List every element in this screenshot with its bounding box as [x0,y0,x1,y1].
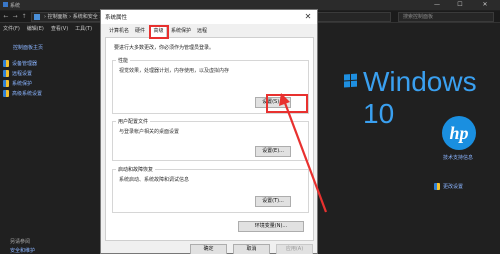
sidebar-item-device-manager[interactable]: 设备管理器 [3,60,37,67]
tab-highlight-box [149,25,169,39]
startup-recovery-title: 启动和故障恢复 [116,166,156,173]
shield-icon [434,183,440,190]
sidebar-item-label: 设备管理器 [12,61,38,67]
tab-system-protection[interactable]: 系统保护 [169,27,193,36]
dialog-titlebar: 系统属性 ✕ [101,10,317,24]
sidebar-item-advanced-settings[interactable]: 高级系统设置 [3,90,42,97]
close-button[interactable]: ✕ [478,0,492,10]
hp-logo: hp [442,116,476,150]
sidebar-item-system-protection[interactable]: 系统保护 [3,80,32,87]
apply-button[interactable]: 应用(A) [276,244,313,254]
settings-highlight-box [266,94,308,113]
change-settings-label: 更改设置 [443,184,464,190]
sidebar-item-label: 远程设置 [12,71,33,77]
windows-brand-text: Windows 10 [363,66,477,129]
dialog-footer: 确定 取消 应用(A) [101,243,317,254]
security-maintenance-link[interactable]: 安全和维护 [10,247,35,254]
dialog-title: 系统属性 [105,15,128,21]
minimize-button[interactable]: — [430,0,444,10]
support-info-link[interactable]: 技术支持信息 [443,154,473,161]
system-window-title: 系统 [10,2,21,9]
shield-icon [3,70,9,77]
shield-icon [3,80,9,87]
up-arrow-icon[interactable]: ↑ [20,12,28,22]
startup-recovery-group: 启动和故障恢复 系统启动、系统故障和调试信息 设置(T)... [112,166,309,213]
menu-edit[interactable]: 编辑(E) [27,24,44,34]
startup-recovery-desc: 系统启动、系统故障和调试信息 [119,177,190,183]
shield-icon [3,90,9,97]
menu-file[interactable]: 文件(F) [3,24,20,34]
performance-title: 性能 [116,57,131,64]
user-profiles-group: 用户配置文件 与登录帐户相关的桌面设置 设置(E)... [112,118,309,161]
environment-variables-button[interactable]: 环境变量(N)... [238,221,304,232]
tab-remote[interactable]: 远程 [195,27,209,36]
startup-recovery-settings-button[interactable]: 设置(T)... [255,196,291,207]
sidebar-item-remote-settings[interactable]: 远程设置 [3,70,32,77]
advanced-tab-panel: 要进行大多数更改，你必须作为管理员登录。 性能 视觉效果，处理器计划，内存使用，… [105,37,314,241]
menu-view[interactable]: 查看(V) [51,24,68,34]
dialog-close-button[interactable]: ✕ [302,11,314,22]
tab-computer-name[interactable]: 计算机名 [106,27,132,36]
change-settings-link[interactable]: 更改设置 [434,183,463,190]
tab-hardware[interactable]: 硬件 [133,27,147,36]
system-properties-dialog: 系统属性 ✕ 计算机名 硬件 高级 系统保护 远程 要进行大多数更改，你必须作为… [100,9,318,254]
control-panel-icon [34,14,40,20]
forward-arrow-icon[interactable]: → [11,12,19,22]
cancel-button[interactable]: 取消 [233,244,270,254]
shield-icon [3,60,9,67]
ok-button[interactable]: 确定 [190,244,227,254]
windows-logo-icon [344,73,358,89]
user-profiles-desc: 与登录帐户相关的桌面设置 [119,129,180,135]
sidebar-item-label: 高级系统设置 [12,91,43,97]
search-input[interactable]: 搜索控制面板 [398,12,494,22]
performance-desc: 视觉效果，处理器计划，内存使用，以及虚拟内存 [119,68,230,74]
maximize-button[interactable]: ☐ [453,0,467,10]
user-profiles-title: 用户配置文件 [116,118,151,125]
see-also-heading: 另请参阅 [10,239,31,245]
back-arrow-icon[interactable]: ← [2,12,10,22]
system-app-icon [3,2,8,7]
menu-tools[interactable]: 工具(T) [75,24,92,34]
sidebar-item-label: 系统保护 [12,81,33,87]
control-panel-home-link[interactable]: 控制面板主页 [13,44,43,51]
dialog-tabs: 计算机名 硬件 高级 系统保护 远程 [105,25,313,37]
admin-note: 要进行大多数更改，你必须作为管理员登录。 [114,45,215,51]
user-profiles-settings-button[interactable]: 设置(E)... [255,146,291,157]
